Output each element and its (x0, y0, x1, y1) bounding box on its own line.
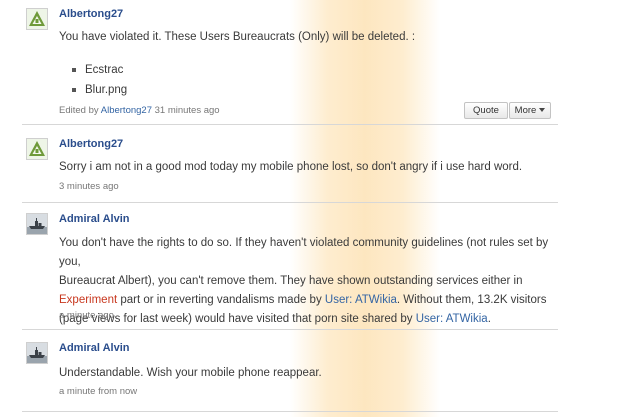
comment-post: Albertong27 Sorry i am not in a good mod… (22, 138, 558, 203)
username-link[interactable]: Albertong27 (59, 8, 123, 20)
avatar[interactable] (26, 342, 48, 364)
editor-link[interactable]: Albertong27 (101, 105, 152, 116)
avatar[interactable] (26, 213, 48, 235)
text-fragment: . (487, 313, 491, 325)
comment-line: Experiment part or in reverting vandalis… (59, 291, 559, 310)
username-link[interactable]: Albertong27 (59, 138, 123, 150)
comment-text: Understandable. Wish your mobile phone r… (59, 367, 322, 379)
quote-label: Quote (473, 105, 499, 116)
user-link[interactable]: User: ATWikia (325, 294, 397, 306)
comment-post: Admiral Alvin You don't have the rights … (22, 213, 558, 330)
avatar[interactable] (26, 138, 48, 160)
divider (22, 411, 558, 412)
file-list: Ecstrac Blur.png (59, 60, 127, 100)
comment-text: You don't have the rights to do so. If t… (59, 234, 559, 329)
edited-prefix: Edited by (59, 105, 99, 116)
list-item: Ecstrac (72, 60, 127, 80)
text-fragment: part or in reverting vandalisms made by (117, 294, 325, 306)
avatar-triangle-icon (27, 9, 47, 29)
comment-line: Bureaucrat Albert), you can't remove the… (59, 275, 523, 287)
list-item: Blur.png (72, 80, 128, 100)
username-link[interactable]: Admiral Alvin (59, 342, 130, 354)
comment-meta: Edited by Albertong27 31 minutes ago (59, 105, 220, 116)
user-link[interactable]: User: ATWikia (416, 313, 488, 325)
timestamp: 3 minutes ago (59, 181, 119, 192)
experiment-link[interactable]: Experiment (59, 294, 117, 306)
comment-text: You have violated it. These Users Bureau… (59, 31, 416, 43)
avatar-triangle-icon (27, 139, 47, 159)
quote-button[interactable]: Quote (464, 102, 508, 119)
comment-line: You don't have the rights to do so. If t… (59, 237, 549, 268)
chevron-down-icon (539, 108, 546, 113)
comment-line: (page views for last week) would have vi… (59, 310, 559, 329)
avatar[interactable] (26, 8, 48, 30)
comment-post: Admiral Alvin Understandable. Wish your … (22, 342, 558, 404)
more-label: More (514, 105, 537, 116)
timestamp: a minute ago (59, 310, 114, 321)
timestamp: a minute from now (59, 386, 138, 397)
text-fragment: . Without them, 13.2K visitors (396, 294, 547, 306)
file-item-label: Ecstrac (85, 64, 124, 76)
avatar-ship-icon (27, 343, 47, 363)
comment-post: Albertong27 You have violated it. These … (22, 8, 558, 125)
comment-text: Sorry i am not in a good mod today my mo… (59, 161, 523, 173)
more-button[interactable]: More (509, 102, 551, 119)
username-link[interactable]: Admiral Alvin (59, 213, 130, 225)
avatar-ship-icon (27, 214, 47, 234)
timestamp: 31 minutes ago (154, 105, 220, 116)
file-item-label: Blur.png (85, 84, 128, 96)
